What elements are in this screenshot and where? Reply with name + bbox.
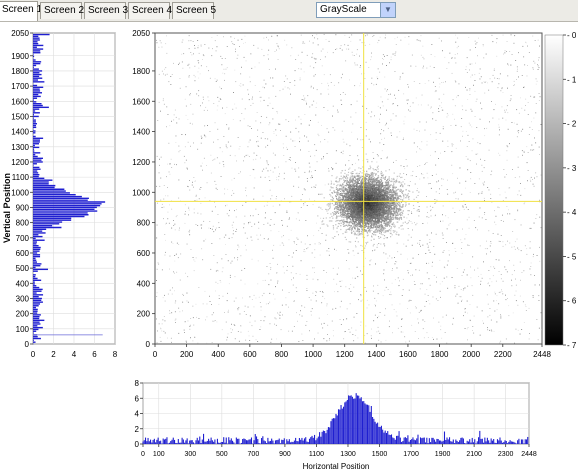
image-y-tick-label: 1200	[132, 158, 150, 167]
colorbar-tick-label: - 1	[567, 75, 577, 84]
vertical-profile-y-tick-label: 800	[16, 219, 30, 228]
vertical-profile-y-tick-label: 1500	[11, 112, 29, 121]
vertical-profile-y-tick-label: 400	[16, 279, 30, 288]
image-x-tick-label: 800	[275, 350, 289, 359]
vertical-profile-x-tick-label: 4	[72, 350, 77, 359]
vertical-profile-y-tick-label: 1400	[11, 128, 29, 137]
vertical-profile-y-tick-label: 900	[16, 203, 30, 212]
colorbar-gradient	[544, 34, 564, 346]
horizontal-profile-axis-label: Horizontal Position	[303, 462, 370, 471]
image-y-tick-label: 600	[137, 249, 151, 258]
horizontal-profile-x-tick-label: 900	[279, 451, 291, 458]
vertical-profile-y-tick-label: 1200	[11, 158, 29, 167]
vertical-profile-y-tick-label: 1600	[11, 97, 29, 106]
colorbar-tick-label: - 5	[567, 252, 577, 261]
image-x-tick-label: 2448	[533, 350, 551, 359]
image-y-tick-label: 1000	[132, 188, 150, 197]
image-x-tick-label: 600	[243, 350, 257, 359]
horizontal-profile-plot: 0 100 300 500 700 900 1100 1300 1500 1700 1900 2100…	[135, 379, 537, 471]
horizontal-profile-y-tick-label: 0	[135, 440, 140, 449]
vertical-profile-y-tick-label: 200	[16, 310, 30, 319]
horizontal-profile-y-tick-label: 8	[135, 379, 140, 388]
colorbar-tick-label: - 6	[567, 297, 577, 306]
image-x-tick-label: 1800	[431, 350, 449, 359]
horizontal-profile-x-tick-label: 1300	[340, 451, 356, 458]
vertical-profile-y-tick-label: 600	[16, 249, 30, 258]
colorbar-tick-label: - 3	[567, 164, 577, 173]
image-y-tick-label: 1800	[132, 67, 150, 76]
image-x-tick-label: 1600	[399, 350, 417, 359]
horizontal-profile-y-tick-label: 6	[135, 394, 140, 403]
image-x-tick-label: 0	[153, 350, 158, 359]
image-y-tick-label: 800	[137, 219, 151, 228]
vertical-profile-y-tick-label: 300	[16, 294, 30, 303]
horizontal-profile-x-tick-label: 1100	[309, 451, 324, 458]
vertical-profile-y-tick-label: 1700	[11, 82, 29, 91]
image-y-tick-label: 2050	[132, 29, 150, 38]
beam-image-frame	[154, 32, 543, 345]
image-x-tick-label: 1400	[367, 350, 385, 359]
grayscale-colorbar: - 0 - 1 - 2 - 3 - 4 - 5 - 6 - 7	[544, 31, 577, 350]
horizontal-profile-x-tick-label: 100	[153, 451, 165, 458]
vertical-profile-x-tick-label: 2	[51, 350, 56, 359]
beam-image-plot: 0 200 400 600 800 1000 1200 1400 1600 1800 2000 220…	[132, 29, 551, 359]
image-y-tick-label: 200	[137, 310, 151, 319]
colorbar-tick-label: - 4	[567, 208, 577, 217]
vertical-profile-y-tick-label: 1800	[11, 67, 29, 76]
vertical-profile-axis-label: Vertical Position	[2, 173, 12, 243]
horizontal-profile-x-tick-label: 700	[248, 451, 260, 458]
vertical-profile-x-tick-label: 0	[31, 350, 36, 359]
horizontal-profile-x-tick-label: 500	[216, 451, 228, 458]
vertical-profile-y-tick-label: 1300	[11, 143, 29, 152]
horizontal-profile-x-tick-label: 2100	[466, 451, 482, 458]
beam-profile-view: 0100200300400500600700800900100011001200…	[2, 29, 577, 471]
vertical-profile-x-tick-label: 8	[113, 350, 118, 359]
vertical-profile-y-tick-label: 700	[16, 234, 30, 243]
image-x-tick-label: 2000	[462, 350, 480, 359]
vertical-profile-plot: 0 100 200 300 400 500 600 700 800 900 1000 1100 1200…	[2, 29, 118, 359]
image-x-tick-label: 400	[212, 350, 226, 359]
horizontal-profile-y-tick-label: 4	[135, 410, 140, 419]
vertical-profile-y-tick-label: 500	[16, 264, 30, 273]
horizontal-profile-x-tick-label: 0	[141, 451, 145, 458]
vertical-profile-y-tick-label: 1100	[12, 173, 30, 182]
vertical-profile-y-tick-label: 1900	[11, 52, 29, 61]
colorbar-tick-label: - 2	[567, 120, 577, 129]
horizontal-profile-x-tick-label: 300	[184, 451, 196, 458]
horizontal-profile-y-tick-label: 2	[135, 425, 140, 434]
colorbar-tick-label: - 7	[567, 341, 577, 350]
image-y-tick-label: 1600	[132, 97, 150, 106]
vertical-profile-y-tick-label: 100	[16, 325, 30, 334]
image-x-tick-label: 2200	[494, 350, 512, 359]
vertical-profile-y-tick-label: 0	[25, 340, 30, 349]
horizontal-profile-x-tick-label: 2300	[498, 451, 514, 458]
horizontal-profile-x-tick-label: 1900	[435, 451, 451, 458]
horizontal-profile-x-tick-label: 2448	[521, 451, 537, 458]
image-y-tick-label: 400	[137, 279, 151, 288]
image-y-tick-label: 1400	[132, 128, 150, 137]
horizontal-profile-x-tick-label: 1700	[403, 451, 419, 458]
vertical-profile-x-tick-label: 6	[92, 350, 97, 359]
colorbar-tick-label: - 0	[567, 31, 577, 40]
image-x-tick-label: 1200	[336, 350, 354, 359]
image-y-tick-label: 0	[146, 340, 151, 349]
vertical-profile-y-tick-label: 2050	[11, 29, 29, 38]
vertical-profile-y-tick-label: 1000	[11, 188, 29, 197]
image-x-tick-label: 200	[180, 350, 194, 359]
image-x-tick-label: 1000	[304, 350, 322, 359]
horizontal-profile-x-tick-label: 1500	[372, 451, 388, 458]
